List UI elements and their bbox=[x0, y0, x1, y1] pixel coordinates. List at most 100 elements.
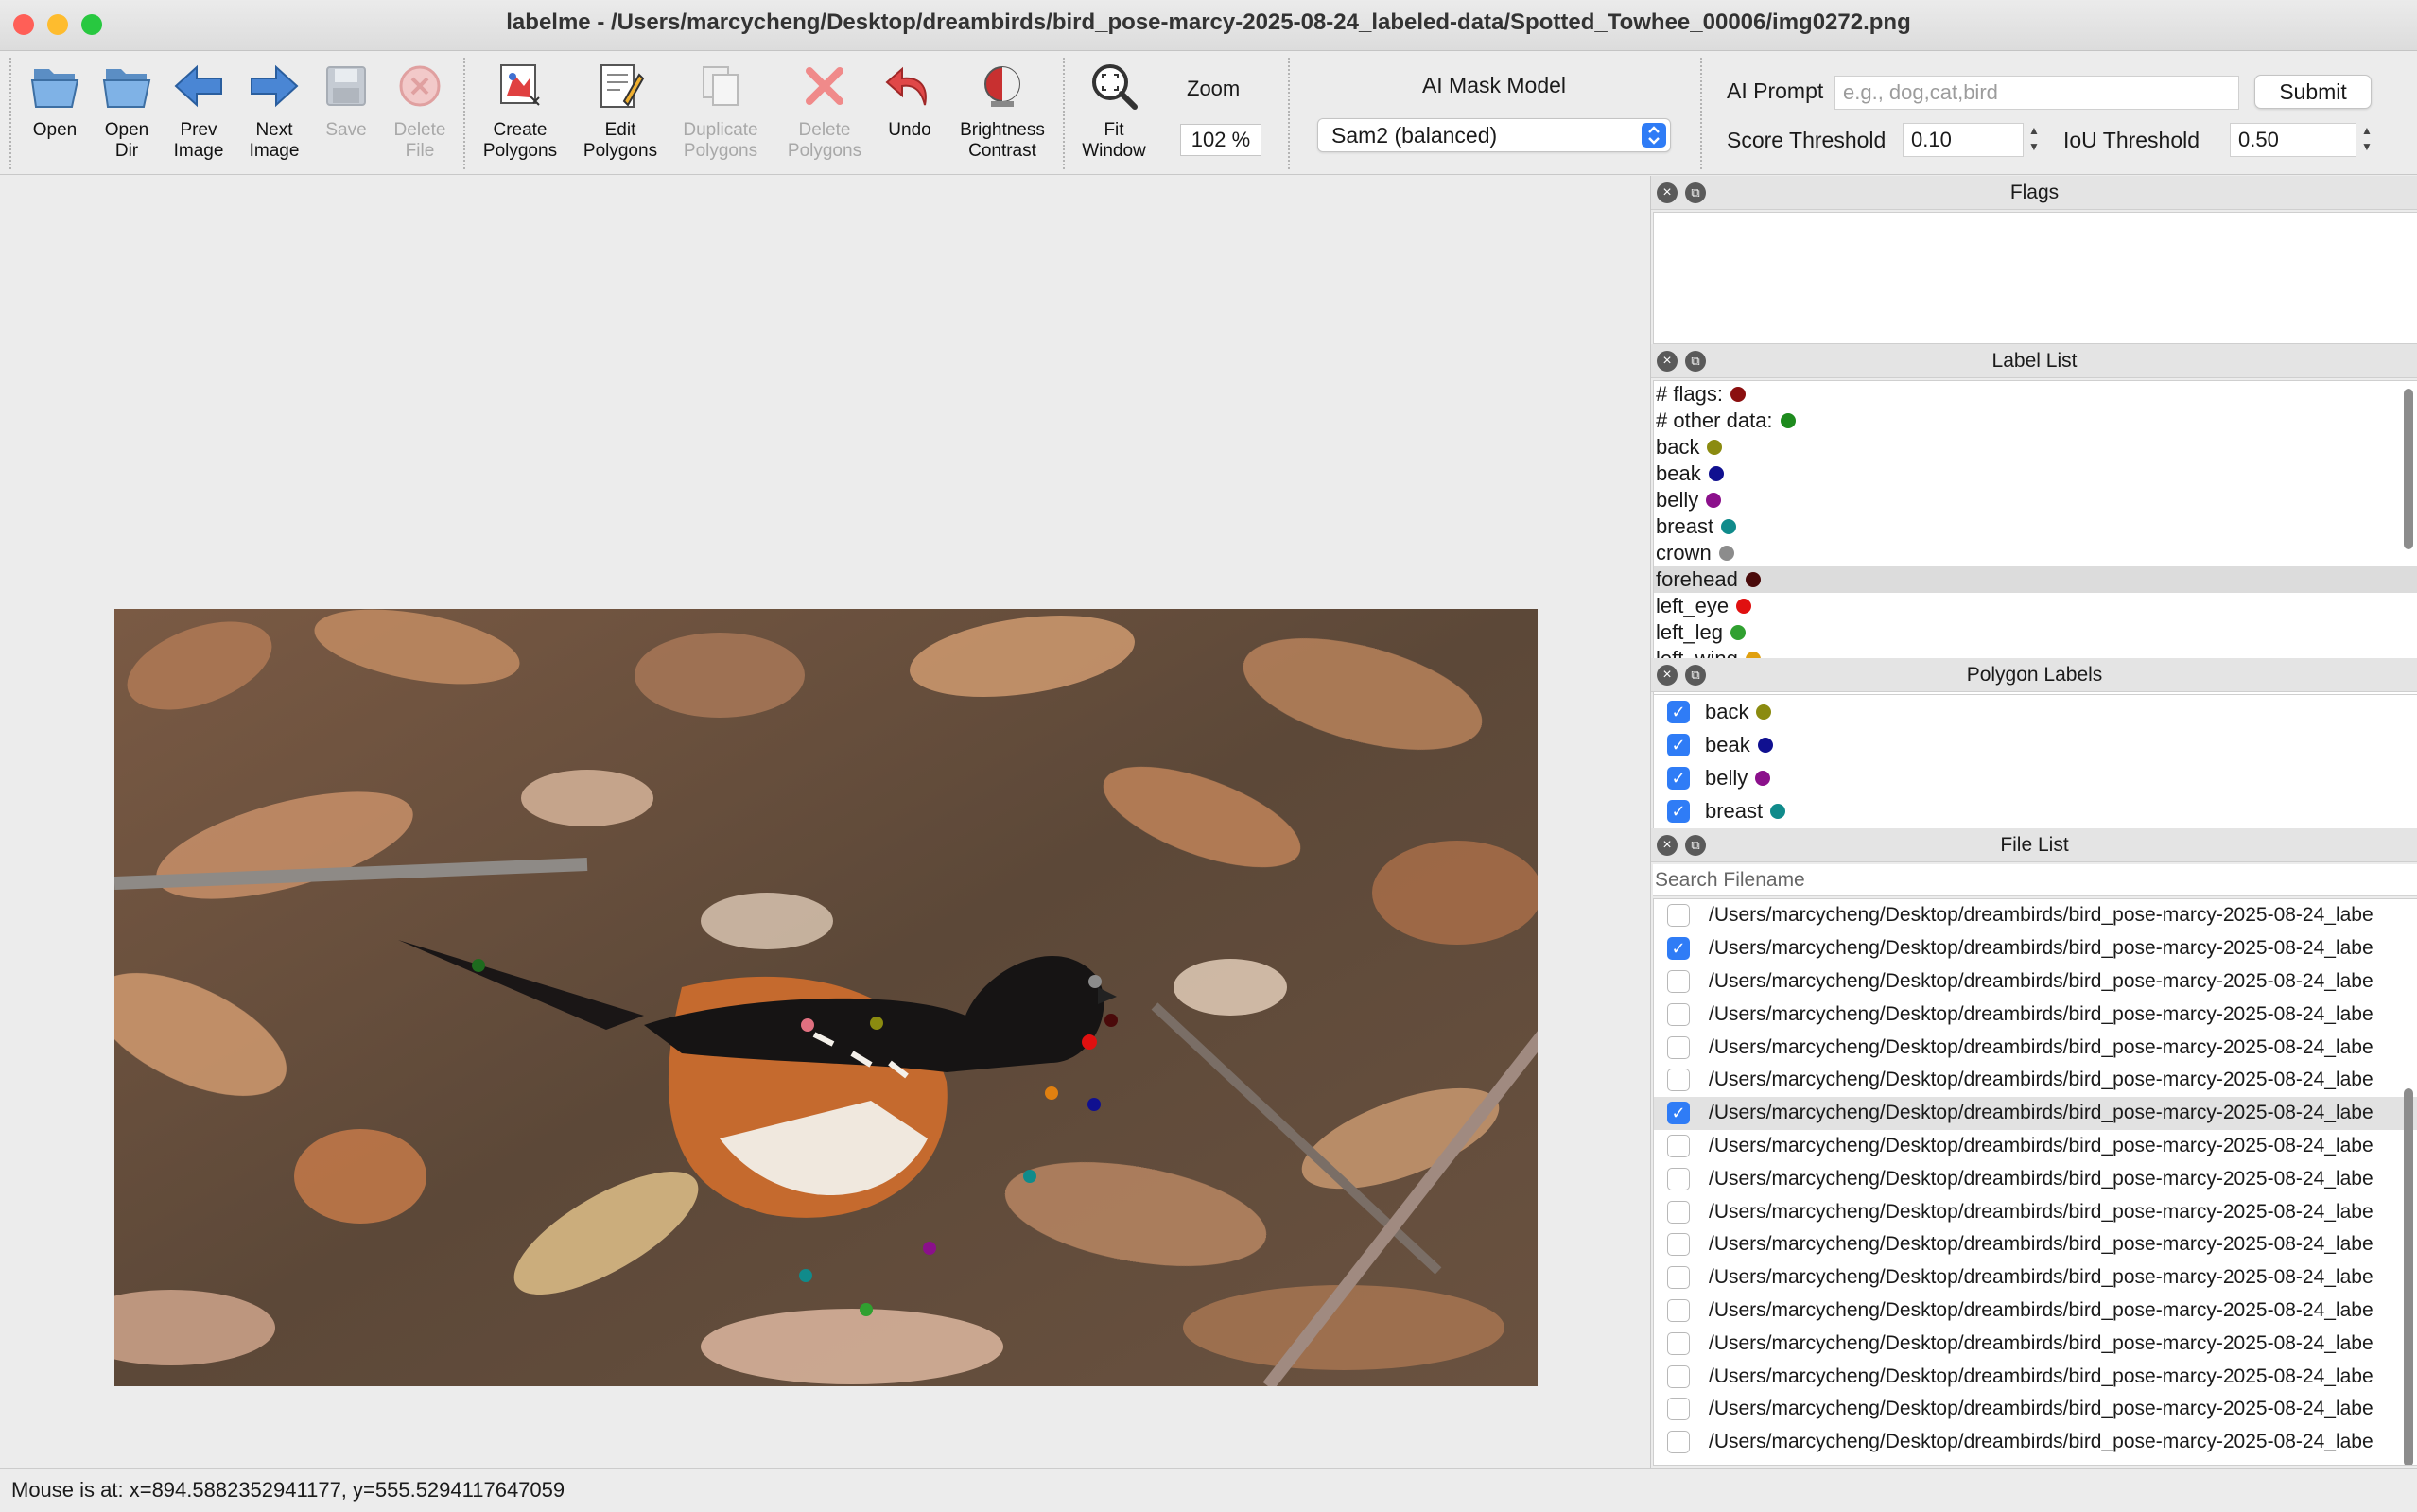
undo-button[interactable]: Undo bbox=[874, 58, 946, 173]
file-list-item[interactable]: /Users/marcycheng/Desktop/dreambirds/bir… bbox=[1654, 1426, 2417, 1459]
score-threshold-stepper[interactable]: ▲ ▼ bbox=[2026, 123, 2043, 157]
float-icon[interactable]: ⧉ bbox=[1685, 182, 1706, 203]
checkbox[interactable]: ✓ bbox=[1667, 937, 1690, 961]
checkbox[interactable] bbox=[1667, 1167, 1690, 1190]
checkbox[interactable] bbox=[1667, 1002, 1690, 1026]
bird-photo[interactable] bbox=[114, 609, 1538, 1386]
polygon-labels-list[interactable]: ✓ back ✓ beak ✓ belly ✓ breast bbox=[1653, 694, 2417, 836]
keypoint[interactable] bbox=[1082, 1034, 1097, 1050]
open-dir-button[interactable]: Open Dir bbox=[91, 58, 163, 173]
submit-button[interactable]: Submit bbox=[2254, 75, 2372, 109]
float-icon[interactable]: ⧉ bbox=[1685, 351, 1706, 372]
brightness-contrast-button[interactable]: Brightness Contrast bbox=[951, 58, 1053, 173]
file-list-item[interactable]: /Users/marcycheng/Desktop/dreambirds/bir… bbox=[1654, 965, 2417, 999]
delete-file-button[interactable]: Delete File bbox=[384, 58, 456, 173]
zoom-input[interactable]: 102 % bbox=[1180, 124, 1261, 156]
edit-polygons-button[interactable]: Edit Polygons bbox=[573, 58, 668, 173]
polygon-label-item[interactable]: ✓ back bbox=[1654, 695, 2417, 728]
close-icon[interactable]: × bbox=[1657, 351, 1678, 372]
file-list[interactable]: /Users/marcycheng/Desktop/dreambirds/bir… bbox=[1653, 898, 2417, 1466]
file-list-item[interactable]: /Users/marcycheng/Desktop/dreambirds/bir… bbox=[1654, 1295, 2417, 1328]
ai-mask-model-select[interactable]: Sam2 (balanced) bbox=[1317, 118, 1671, 152]
checkbox[interactable] bbox=[1667, 1035, 1690, 1059]
file-list-item[interactable]: /Users/marcycheng/Desktop/dreambirds/bir… bbox=[1654, 899, 2417, 932]
checkbox[interactable]: ✓ bbox=[1667, 799, 1690, 823]
file-list-item[interactable]: /Users/marcycheng/Desktop/dreambirds/bir… bbox=[1654, 1195, 2417, 1228]
file-list-item[interactable]: /Users/marcycheng/Desktop/dreambirds/bir… bbox=[1654, 1327, 2417, 1360]
label-list-item[interactable]: left_eye bbox=[1654, 593, 2417, 619]
ai-prompt-input[interactable] bbox=[1834, 76, 2239, 110]
checkbox[interactable] bbox=[1667, 1331, 1690, 1355]
create-polygons-button[interactable]: Create Polygons bbox=[473, 58, 567, 173]
flags-list[interactable] bbox=[1653, 212, 2417, 344]
keypoint[interactable] bbox=[472, 959, 485, 972]
file-list-item[interactable]: /Users/marcycheng/Desktop/dreambirds/bir… bbox=[1654, 1064, 2417, 1097]
polygon-label-item[interactable]: ✓ belly bbox=[1654, 761, 2417, 794]
checkbox[interactable] bbox=[1667, 1233, 1690, 1257]
file-list-item[interactable]: /Users/marcycheng/Desktop/dreambirds/bir… bbox=[1654, 1360, 2417, 1393]
polygon-label-item[interactable]: ✓ beak bbox=[1654, 728, 2417, 761]
checkbox[interactable] bbox=[1667, 904, 1690, 928]
float-icon[interactable]: ⧉ bbox=[1685, 665, 1706, 686]
checkbox[interactable] bbox=[1667, 1298, 1690, 1322]
iou-threshold-input[interactable]: 0.50 bbox=[2230, 123, 2356, 157]
keypoint[interactable] bbox=[801, 1018, 814, 1032]
close-icon[interactable]: × bbox=[1657, 182, 1678, 203]
scrollbar[interactable] bbox=[2404, 1088, 2413, 1465]
file-list-item[interactable]: /Users/marcycheng/Desktop/dreambirds/bir… bbox=[1654, 998, 2417, 1031]
close-icon[interactable]: × bbox=[1657, 665, 1678, 686]
checkbox[interactable] bbox=[1667, 1069, 1690, 1092]
duplicate-polygons-button[interactable]: Duplicate Polygons bbox=[673, 58, 768, 173]
checkbox[interactable] bbox=[1667, 1398, 1690, 1421]
keypoint[interactable] bbox=[1045, 1086, 1058, 1100]
checkbox[interactable] bbox=[1667, 1266, 1690, 1290]
checkbox[interactable] bbox=[1667, 969, 1690, 993]
checkbox[interactable] bbox=[1667, 1431, 1690, 1454]
fit-window-button[interactable]: Fit Window bbox=[1078, 58, 1150, 173]
delete-polygons-button[interactable]: Delete Polygons bbox=[777, 58, 872, 173]
checkbox[interactable] bbox=[1667, 1200, 1690, 1224]
keypoint[interactable] bbox=[923, 1242, 936, 1255]
label-list-item[interactable]: # other data: bbox=[1654, 408, 2417, 434]
label-list-item[interactable]: belly bbox=[1654, 487, 2417, 513]
label-list-item[interactable]: beak bbox=[1654, 461, 2417, 487]
label-list-item[interactable]: forehead bbox=[1654, 566, 2417, 593]
keypoint[interactable] bbox=[1023, 1170, 1036, 1183]
polygon-label-item[interactable]: ✓ breast bbox=[1654, 794, 2417, 827]
label-list-item[interactable]: breast bbox=[1654, 513, 2417, 540]
checkbox[interactable]: ✓ bbox=[1667, 733, 1690, 756]
keypoint[interactable] bbox=[1104, 1014, 1118, 1027]
checkbox[interactable]: ✓ bbox=[1667, 766, 1690, 790]
canvas-area[interactable] bbox=[0, 176, 1649, 1468]
iou-threshold-stepper[interactable]: ▲ ▼ bbox=[2358, 123, 2375, 157]
keypoint[interactable] bbox=[1088, 975, 1102, 988]
file-list-item[interactable]: /Users/marcycheng/Desktop/dreambirds/bir… bbox=[1654, 1031, 2417, 1064]
open-button[interactable]: Open bbox=[19, 58, 91, 173]
file-list-item[interactable]: ✓ /Users/marcycheng/Desktop/dreambirds/bi… bbox=[1654, 1096, 2417, 1130]
label-list-item[interactable]: left_leg bbox=[1654, 619, 2417, 646]
toolbar-grip[interactable] bbox=[9, 58, 11, 169]
file-list-item[interactable]: /Users/marcycheng/Desktop/dreambirds/bir… bbox=[1654, 1393, 2417, 1426]
keypoint[interactable] bbox=[860, 1303, 873, 1316]
next-image-button[interactable]: Next Image bbox=[238, 58, 310, 173]
score-threshold-input[interactable]: 0.10 bbox=[1903, 123, 2024, 157]
checkbox[interactable]: ✓ bbox=[1667, 700, 1690, 723]
keypoint[interactable] bbox=[870, 1017, 883, 1030]
save-button[interactable]: Save bbox=[310, 58, 382, 173]
checkbox[interactable] bbox=[1667, 1364, 1690, 1388]
label-list-item[interactable]: # flags: bbox=[1654, 381, 2417, 408]
close-icon[interactable]: × bbox=[1657, 835, 1678, 856]
label-list-item[interactable]: back bbox=[1654, 434, 2417, 461]
keypoint[interactable] bbox=[1087, 1098, 1101, 1111]
float-icon[interactable]: ⧉ bbox=[1685, 835, 1706, 856]
file-list-item[interactable]: /Users/marcycheng/Desktop/dreambirds/bir… bbox=[1654, 1228, 2417, 1261]
file-list-item[interactable]: ✓ /Users/marcycheng/Desktop/dreambirds/bi… bbox=[1654, 932, 2417, 965]
file-list-item[interactable]: /Users/marcycheng/Desktop/dreambirds/bir… bbox=[1654, 1130, 2417, 1163]
keypoint[interactable] bbox=[799, 1269, 812, 1282]
label-list-item[interactable]: crown bbox=[1654, 540, 2417, 566]
scrollbar[interactable] bbox=[2404, 389, 2413, 549]
prev-image-button[interactable]: Prev Image bbox=[163, 58, 235, 173]
file-search-input[interactable] bbox=[1653, 864, 2417, 896]
file-list-item[interactable]: /Users/marcycheng/Desktop/dreambirds/bir… bbox=[1654, 1162, 2417, 1195]
checkbox[interactable]: ✓ bbox=[1667, 1102, 1690, 1125]
